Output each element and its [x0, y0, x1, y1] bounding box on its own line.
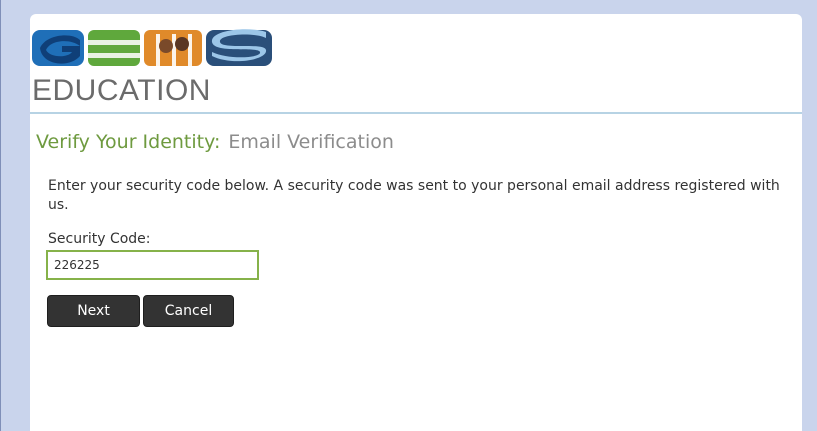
page-title-main: Verify Your Identity:	[36, 131, 221, 153]
verification-card: EDUCATION Verify Your Identity: Email Ver…	[30, 14, 802, 431]
window-left-border	[0, 0, 1, 431]
logo-education-text: EDUCATION	[32, 74, 211, 107]
next-button[interactable]: Next	[47, 295, 140, 327]
page-title-sub: Email Verification	[228, 131, 394, 153]
page-title: Verify Your Identity: Email Verification	[36, 130, 394, 154]
gems-logo	[32, 29, 272, 66]
security-code-label: Security Code:	[48, 231, 151, 247]
cancel-button[interactable]: Cancel	[143, 295, 234, 327]
header: EDUCATION	[30, 14, 802, 114]
security-code-input[interactable]	[46, 250, 259, 280]
instructions-text: Enter your security code below. A securi…	[48, 178, 780, 213]
